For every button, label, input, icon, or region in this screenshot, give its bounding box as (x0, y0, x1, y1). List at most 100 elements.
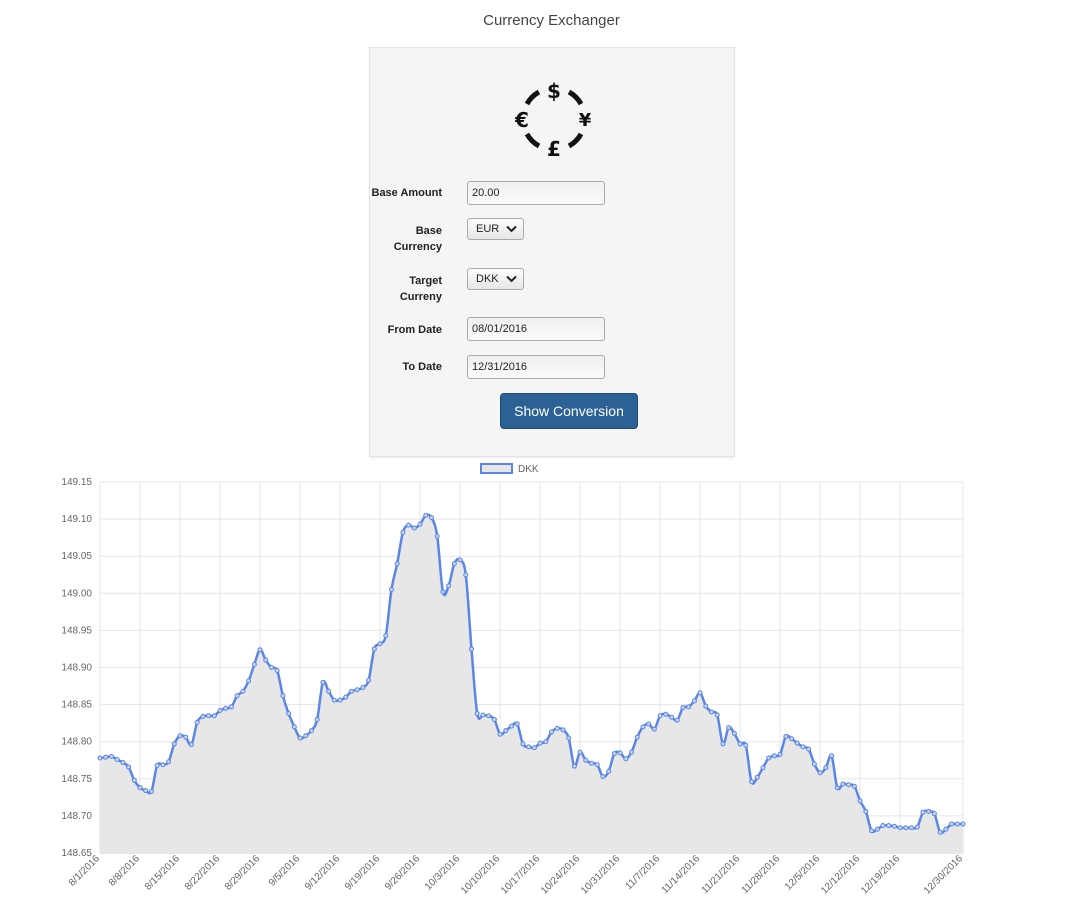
data-point (731, 731, 737, 737)
show-conversion-button[interactable]: Show Conversion (500, 393, 638, 429)
data-point (754, 774, 760, 780)
data-point (857, 798, 863, 804)
data-point (308, 728, 314, 734)
data-point (606, 768, 612, 774)
data-point (903, 825, 909, 831)
data-point (428, 515, 434, 521)
data-point (891, 823, 897, 829)
data-point (337, 697, 343, 703)
y-tick-label: 148.95 (61, 625, 92, 636)
data-point (508, 723, 514, 729)
data-point (943, 826, 949, 832)
data-point (320, 679, 326, 685)
y-tick-label: 149.05 (61, 551, 92, 562)
data-point (354, 687, 360, 693)
data-point (400, 529, 406, 535)
to-date-input[interactable] (467, 355, 605, 379)
data-point (737, 741, 743, 747)
data-point (543, 739, 549, 745)
data-point (188, 742, 194, 748)
x-tick-label: 11/14/2016 (660, 853, 703, 896)
data-point (640, 724, 646, 730)
x-tick-label: 10/24/2016 (539, 853, 582, 896)
svg-text:$: $ (547, 80, 561, 103)
data-point (103, 754, 109, 760)
data-point (371, 646, 377, 652)
data-point (434, 533, 440, 539)
x-tick-label: 8/29/2016 (223, 853, 263, 893)
data-point (206, 713, 212, 719)
legend-label: DKK (518, 464, 539, 475)
data-point (863, 808, 869, 814)
data-point (486, 713, 492, 719)
data-point (114, 757, 120, 763)
data-point (874, 826, 880, 832)
data-point (468, 646, 474, 652)
x-tick-label: 8/22/2016 (183, 853, 223, 893)
x-tick-label: 11/21/2016 (700, 853, 743, 896)
x-tick-label: 12/19/2016 (859, 853, 902, 896)
data-point (194, 719, 200, 725)
svg-text:¥: ¥ (579, 110, 592, 131)
target-currency-select[interactable]: DKK (467, 268, 524, 290)
data-point (446, 583, 452, 589)
data-point (451, 561, 457, 567)
data-point (554, 725, 560, 731)
data-point (583, 757, 589, 763)
data-point (646, 721, 652, 727)
x-tick-label: 12/12/2016 (819, 853, 862, 896)
data-point (886, 823, 892, 829)
data-point (726, 725, 732, 731)
chevron-down-icon (506, 225, 517, 233)
data-point (537, 740, 543, 746)
data-point (829, 753, 835, 759)
data-point (806, 746, 812, 752)
x-tick-label: 8/8/2016 (107, 853, 143, 889)
data-point (388, 587, 394, 593)
x-tick-label: 8/15/2016 (143, 853, 183, 893)
base-amount-input[interactable] (467, 181, 605, 205)
svg-text:€: € (515, 108, 529, 132)
x-tick-label: 11/7/2016 (623, 853, 662, 892)
base-currency-select[interactable]: EUR (467, 218, 524, 240)
data-point (291, 724, 297, 730)
data-point (160, 762, 166, 768)
data-point (691, 698, 697, 704)
data-point (669, 714, 675, 720)
data-point (851, 783, 857, 789)
data-point (880, 823, 886, 829)
data-point (794, 740, 800, 746)
data-point (914, 824, 920, 830)
from-date-input[interactable] (467, 317, 605, 341)
data-point (777, 751, 783, 757)
data-point (297, 735, 303, 741)
data-point (577, 749, 583, 755)
x-tick-label: 9/12/2016 (303, 853, 343, 893)
data-point (377, 641, 383, 647)
data-point (171, 741, 177, 747)
data-point (200, 713, 206, 719)
target-currency-label-line2: Curreny (399, 291, 442, 303)
data-point (183, 734, 189, 740)
y-tick-label: 148.90 (61, 663, 92, 674)
data-point (514, 721, 520, 727)
to-date-label: To Date (402, 361, 442, 373)
y-tick-label: 148.85 (61, 700, 92, 711)
data-point (571, 763, 577, 769)
base-amount-label: Base Amount (371, 187, 443, 199)
data-point (228, 704, 234, 710)
x-tick-label: 12/30/2016 (922, 853, 965, 896)
data-point (120, 759, 126, 765)
data-point (440, 589, 446, 595)
data-point (234, 693, 240, 699)
app-title: Currency Exchanger (483, 12, 620, 29)
data-point (846, 782, 852, 788)
y-tick-label: 148.80 (61, 737, 92, 748)
data-point (423, 512, 429, 518)
data-point (497, 731, 503, 737)
data-point (411, 525, 417, 531)
converter-panel: $ € ¥ £ Base Amount Base Currency EUR Ta… (369, 47, 735, 457)
data-point (531, 745, 537, 751)
y-tick-label: 148.70 (61, 811, 92, 822)
data-point (909, 825, 915, 831)
